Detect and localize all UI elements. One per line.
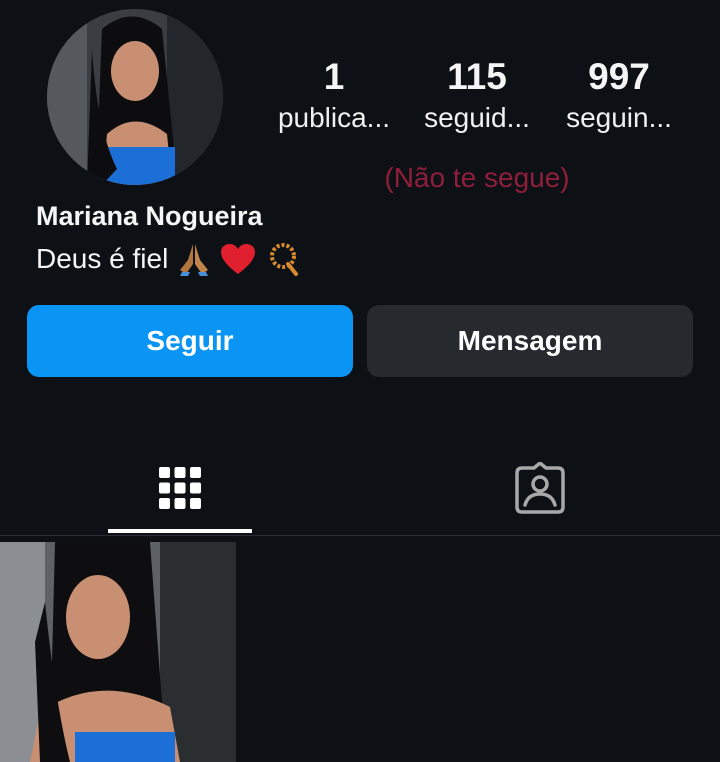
following-label: seguin... <box>566 102 672 133</box>
follow-status-text: (Não te segue) <box>384 162 570 193</box>
tagged-person-icon <box>515 461 565 514</box>
post-thumbnail[interactable] <box>0 542 236 762</box>
posts-label: publica... <box>277 102 391 133</box>
avatar-photo <box>47 9 223 185</box>
followers-label: seguid... <box>424 102 530 133</box>
following-count: 997 <box>588 56 650 97</box>
profile-name: Mariana Nogueira <box>36 201 263 231</box>
tabs-divider <box>0 535 720 536</box>
follow-button[interactable]: Seguir <box>27 305 353 377</box>
followers-stat[interactable]: 115 seguid... <box>407 55 547 135</box>
message-button[interactable]: Mensagem <box>367 305 693 377</box>
folded-hands-icon <box>176 242 212 276</box>
profile-bio: Deus é fiel <box>36 241 302 277</box>
posts-stat[interactable]: 1 publica... <box>264 55 404 135</box>
red-heart-icon <box>220 243 256 275</box>
profile-avatar[interactable] <box>47 9 223 185</box>
active-tab-indicator <box>108 529 252 533</box>
grid-icon <box>159 466 201 509</box>
tab-posts-grid[interactable] <box>0 440 360 535</box>
post-photo <box>0 542 236 762</box>
following-stat[interactable]: 997 seguin... <box>549 55 689 135</box>
followers-count: 115 <box>447 56 507 97</box>
prayer-beads-icon <box>264 242 302 276</box>
bio-text: Deus é fiel <box>36 243 169 274</box>
tab-tagged[interactable] <box>360 440 720 535</box>
profile-stats: 1 publica... 115 seguid... 997 seguin... <box>262 55 702 155</box>
posts-count: 1 <box>323 56 345 97</box>
